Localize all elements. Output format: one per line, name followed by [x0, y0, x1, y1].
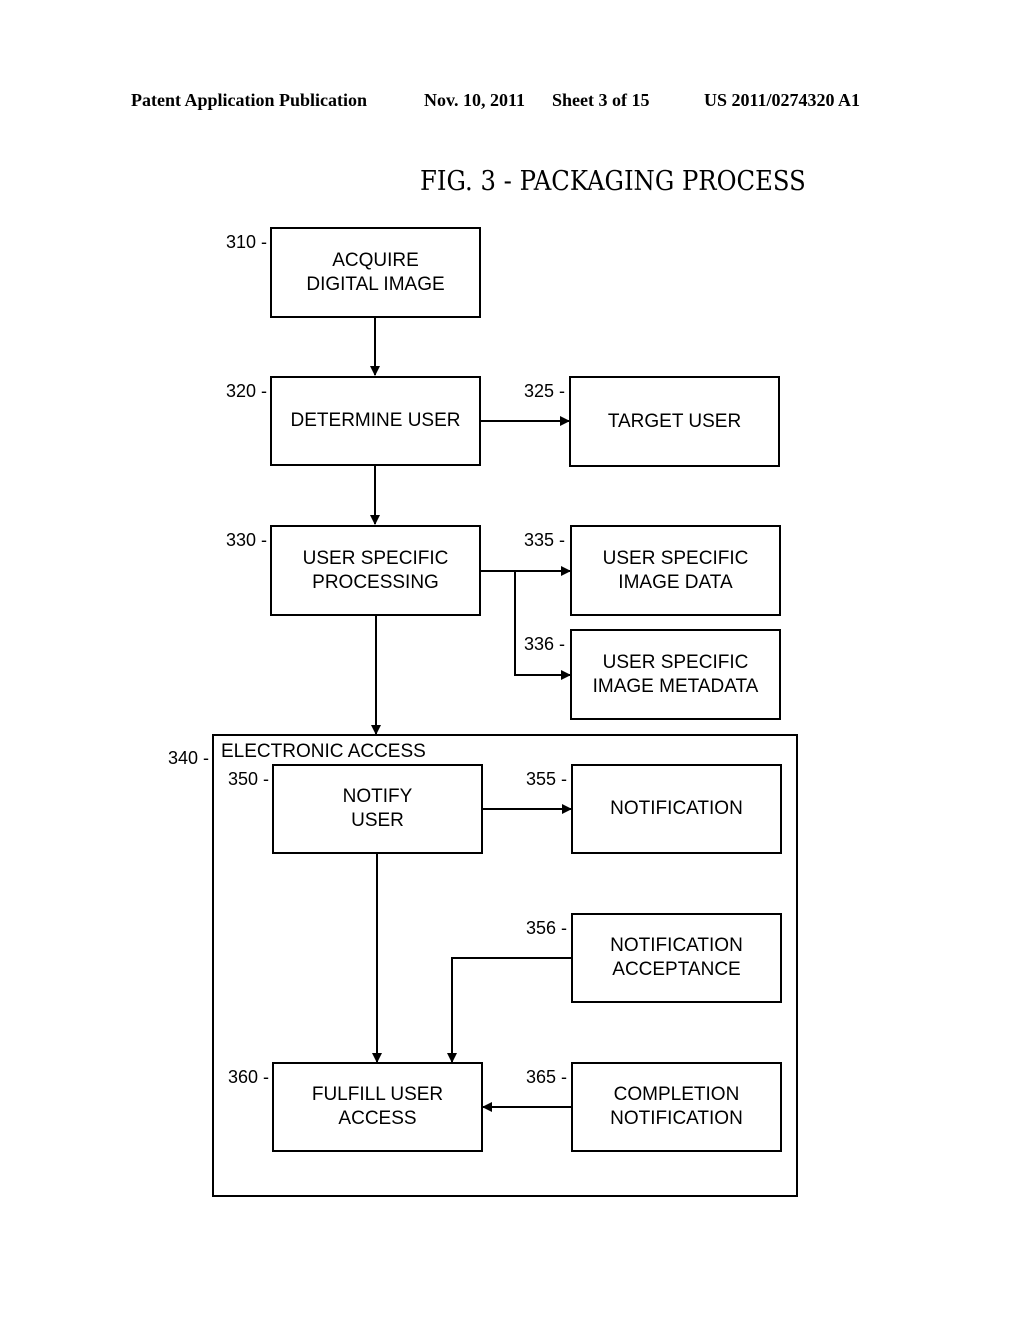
- box-user-specific-processing: USER SPECIFIC PROCESSING: [270, 525, 481, 616]
- edge-356-360: [447, 957, 571, 1063]
- box-notification-acceptance: NOTIFICATION ACCEPTANCE: [571, 913, 782, 1003]
- ref-365: 365 -: [526, 1067, 568, 1087]
- ref-336: 336 -: [524, 634, 566, 654]
- ref-310: 310 -: [226, 232, 268, 252]
- ref-356: 356 -: [526, 918, 568, 938]
- flow-connectors: [370, 318, 572, 1112]
- ref-325: 325 -: [524, 381, 566, 401]
- box-notify-user: NOTIFY USER: [272, 764, 483, 854]
- box-notification: NOTIFICATION: [571, 764, 782, 854]
- ref-360: 360 -: [228, 1067, 270, 1087]
- ref-350: 350 -: [228, 769, 270, 789]
- box-user-specific-image-metadata: USER SPECIFIC IMAGE METADATA: [570, 629, 781, 720]
- ref-330: 330 -: [226, 530, 268, 550]
- box-target-user: TARGET USER: [569, 376, 780, 467]
- ref-320: 320 -: [226, 381, 268, 401]
- box-acquire-digital-image: ACQUIRE DIGITAL IMAGE: [270, 227, 481, 318]
- box-fulfill-user-access: FULFILL USER ACCESS: [272, 1062, 483, 1152]
- box-user-specific-image-data: USER SPECIFIC IMAGE DATA: [570, 525, 781, 616]
- box-completion-notification: COMPLETION NOTIFICATION: [571, 1062, 782, 1152]
- ref-355: 355 -: [526, 769, 568, 789]
- ref-335: 335 -: [524, 530, 566, 550]
- box-determine-user: DETERMINE USER: [270, 376, 481, 466]
- edge-330-336: [514, 571, 571, 680]
